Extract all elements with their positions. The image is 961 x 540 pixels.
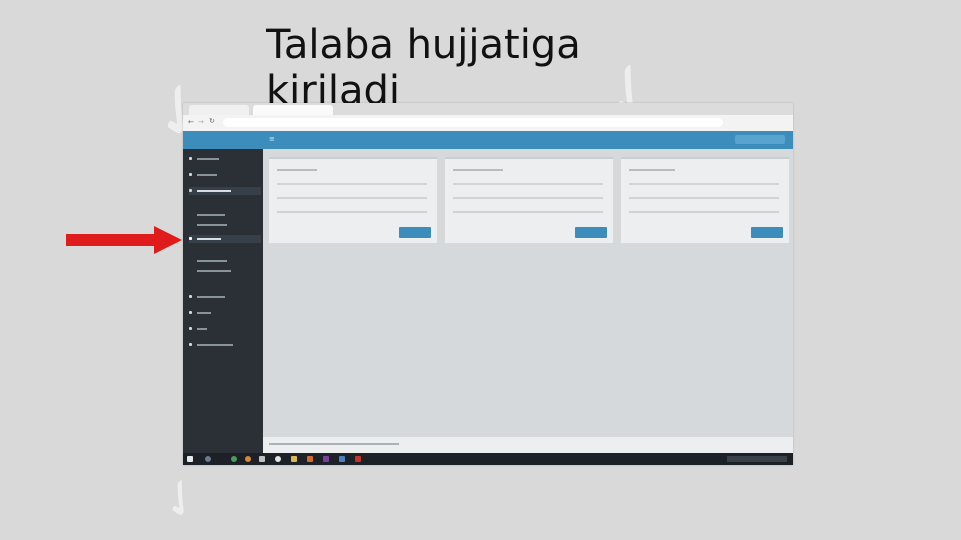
main-content xyxy=(263,149,793,453)
sidebar-item-talaba-hujjati[interactable] xyxy=(189,235,261,243)
windows-taskbar xyxy=(183,453,793,465)
red-arrow-icon xyxy=(66,226,182,254)
card-button[interactable] xyxy=(575,227,607,238)
browser-tab-active[interactable] xyxy=(253,105,333,115)
app-icon[interactable] xyxy=(339,456,345,462)
browser-icon[interactable] xyxy=(231,456,237,462)
slide-title: Talaba hujjatiga kiriladi xyxy=(266,22,581,108)
sidebar-subitem[interactable] xyxy=(189,267,261,275)
sidebar-subitem[interactable] xyxy=(189,221,261,229)
back-icon[interactable]: ← xyxy=(188,118,194,126)
reload-icon[interactable]: ↻ xyxy=(209,117,215,125)
card-button[interactable] xyxy=(399,227,431,238)
sidebar-item[interactable] xyxy=(189,293,261,301)
sidebar-item[interactable] xyxy=(189,341,261,349)
sidebar-item[interactable] xyxy=(189,187,261,195)
menu-toggle-icon[interactable]: ≡ xyxy=(269,135,275,143)
system-tray xyxy=(727,456,787,462)
browser-tab-strip xyxy=(183,103,793,115)
page-footer xyxy=(263,437,793,453)
sidebar xyxy=(183,131,263,453)
watermark-logo: ✓ xyxy=(146,463,216,535)
app-icon[interactable] xyxy=(323,456,329,462)
info-card xyxy=(269,157,437,243)
browser-icon[interactable] xyxy=(259,456,265,462)
sidebar-item[interactable] xyxy=(189,155,261,163)
sidebar-item[interactable] xyxy=(189,171,261,179)
sidebar-item[interactable] xyxy=(189,309,261,317)
brand-logo xyxy=(183,131,263,149)
info-card xyxy=(621,157,789,243)
sidebar-subitem[interactable] xyxy=(189,257,261,265)
browser-address-bar: ← → ↻ xyxy=(183,115,793,132)
forward-icon[interactable]: → xyxy=(198,118,204,126)
folder-icon[interactable] xyxy=(291,456,297,462)
sidebar-subitem[interactable] xyxy=(189,211,261,219)
app-icon[interactable] xyxy=(355,456,361,462)
embedded-screenshot: ← → ↻ ≡ xyxy=(183,103,793,465)
browser-icon[interactable] xyxy=(275,456,281,462)
top-navbar: ≡ xyxy=(263,131,793,149)
sidebar-item[interactable] xyxy=(189,325,261,333)
browser-tab[interactable] xyxy=(189,105,249,115)
windows-start-icon[interactable] xyxy=(187,456,193,462)
app-icon[interactable] xyxy=(307,456,313,462)
browser-icon[interactable] xyxy=(245,456,251,462)
search-icon[interactable] xyxy=(205,456,211,462)
url-input[interactable] xyxy=(223,118,723,127)
card-button[interactable] xyxy=(751,227,783,238)
info-card xyxy=(445,157,613,243)
user-avatar[interactable] xyxy=(735,135,785,144)
